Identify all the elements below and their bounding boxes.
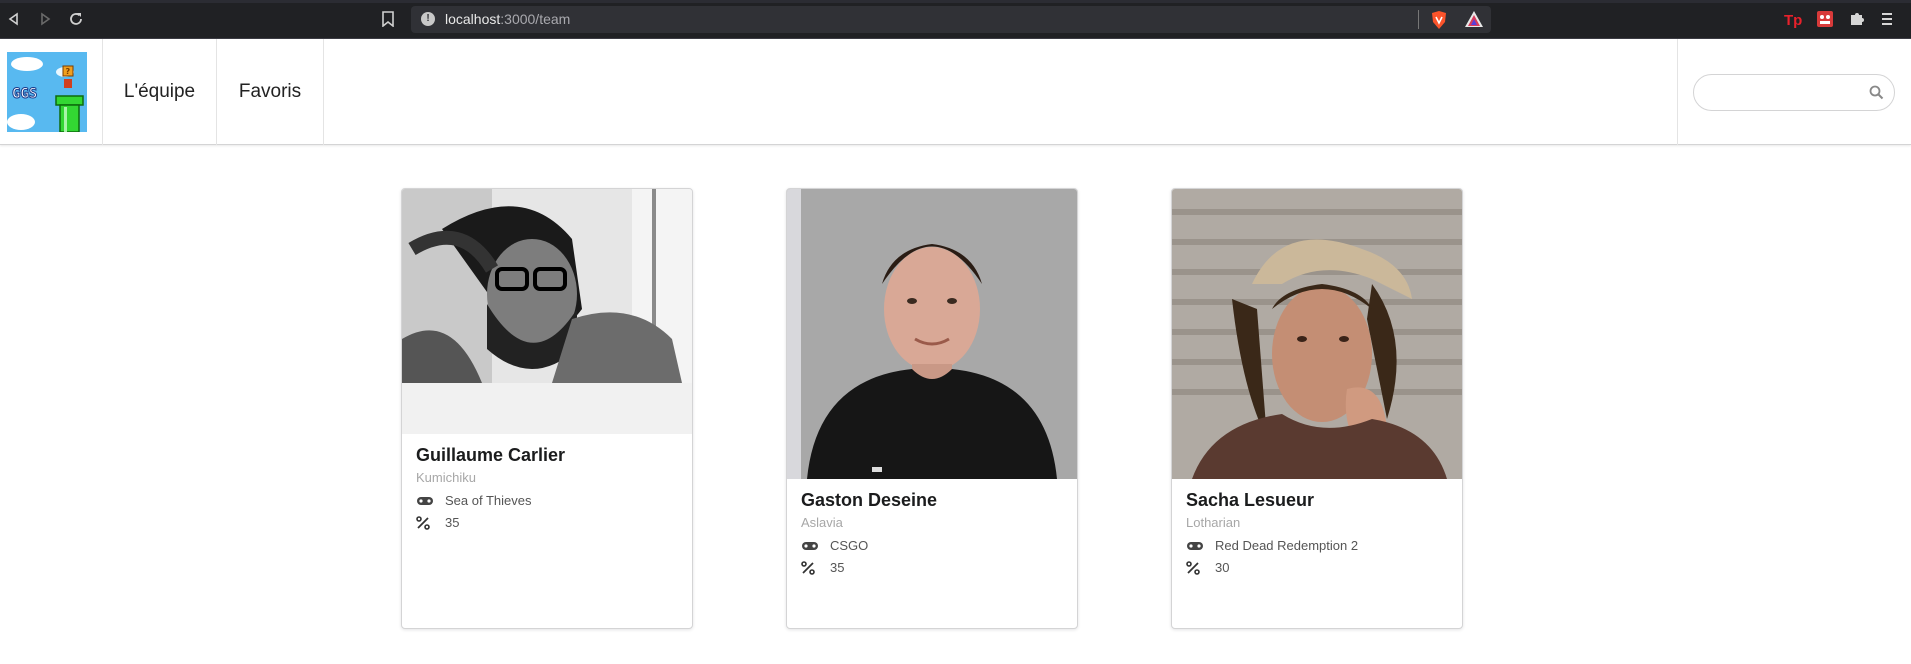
extension-tp-icon[interactable]: Tp xyxy=(1783,10,1803,32)
nav-item-team-label: L'équipe xyxy=(123,81,196,102)
member-photo xyxy=(787,189,1077,479)
nav-item-favorites[interactable]: Favoris xyxy=(217,39,324,145)
svg-text:GGS: GGS xyxy=(12,86,37,102)
member-name: Guillaume Carlier xyxy=(416,445,566,465)
url-bar[interactable]: ! localhost:3000/team xyxy=(411,6,1491,33)
search-area xyxy=(1677,39,1911,145)
browser-chrome: ! localhost:3000/team Tp xyxy=(0,0,1911,39)
reload-icon[interactable] xyxy=(66,9,86,29)
logo-link[interactable]: ? GGS xyxy=(0,39,103,145)
gamepad-icon xyxy=(416,494,435,508)
team-member-card[interactable]: Gaston Deseine Aslavia CSGO 35 xyxy=(786,188,1078,629)
info-icon[interactable]: ! xyxy=(421,12,435,26)
forward-icon[interactable] xyxy=(35,9,55,29)
member-percent: 30 xyxy=(1215,560,1230,575)
extensions-puzzle-icon[interactable] xyxy=(1848,10,1866,32)
search-icon[interactable] xyxy=(1869,85,1884,104)
nav-item-favorites-label: Favoris xyxy=(238,81,302,102)
url-path: :3000/team xyxy=(500,11,571,27)
team-member-card[interactable]: Guillaume Carlier Kumichiku Sea of Thiev… xyxy=(401,188,693,629)
site-logo: ? GGS xyxy=(7,52,87,132)
svg-text:Tp: Tp xyxy=(1784,12,1802,28)
member-name: Gaston Deseine xyxy=(801,490,938,510)
url-host: localhost xyxy=(445,11,501,27)
url-text: localhost:3000/team xyxy=(445,11,570,27)
member-percent: 35 xyxy=(830,560,845,575)
member-name: Sacha Lesueur xyxy=(1186,490,1315,510)
member-game: CSGO xyxy=(830,538,869,553)
percent-icon xyxy=(416,515,435,530)
member-percent: 35 xyxy=(445,515,460,530)
app-header: ? GGS L'équipe Favoris xyxy=(0,39,1911,145)
percent-icon xyxy=(1186,560,1205,575)
extension-game-icon[interactable] xyxy=(1816,10,1834,32)
member-photo xyxy=(1172,189,1462,479)
team-member-card[interactable]: Sacha Lesueur Lotharian Red Dead Redempt… xyxy=(1171,188,1463,629)
gamepad-icon xyxy=(801,539,820,553)
menu-icon[interactable] xyxy=(1879,10,1895,32)
back-icon[interactable] xyxy=(4,9,24,29)
member-pseudo: Kumichiku xyxy=(416,470,476,485)
url-separator xyxy=(1418,10,1419,29)
percent-icon xyxy=(801,560,820,575)
gamepad-icon xyxy=(1186,539,1205,553)
svg-text:?: ? xyxy=(66,67,71,76)
brave-shields-icon[interactable] xyxy=(1430,10,1448,34)
member-pseudo: Lotharian xyxy=(1186,515,1241,530)
brave-rewards-icon[interactable] xyxy=(1464,10,1484,32)
member-photo xyxy=(402,189,692,434)
tab-strip xyxy=(0,0,1911,3)
member-game: Sea of Thieves xyxy=(445,493,532,508)
member-pseudo: Aslavia xyxy=(801,515,843,530)
member-game: Red Dead Redemption 2 xyxy=(1215,538,1359,553)
search-input[interactable] xyxy=(1693,74,1895,111)
bookmark-icon[interactable] xyxy=(382,11,394,31)
nav-item-team[interactable]: L'équipe xyxy=(103,39,217,145)
